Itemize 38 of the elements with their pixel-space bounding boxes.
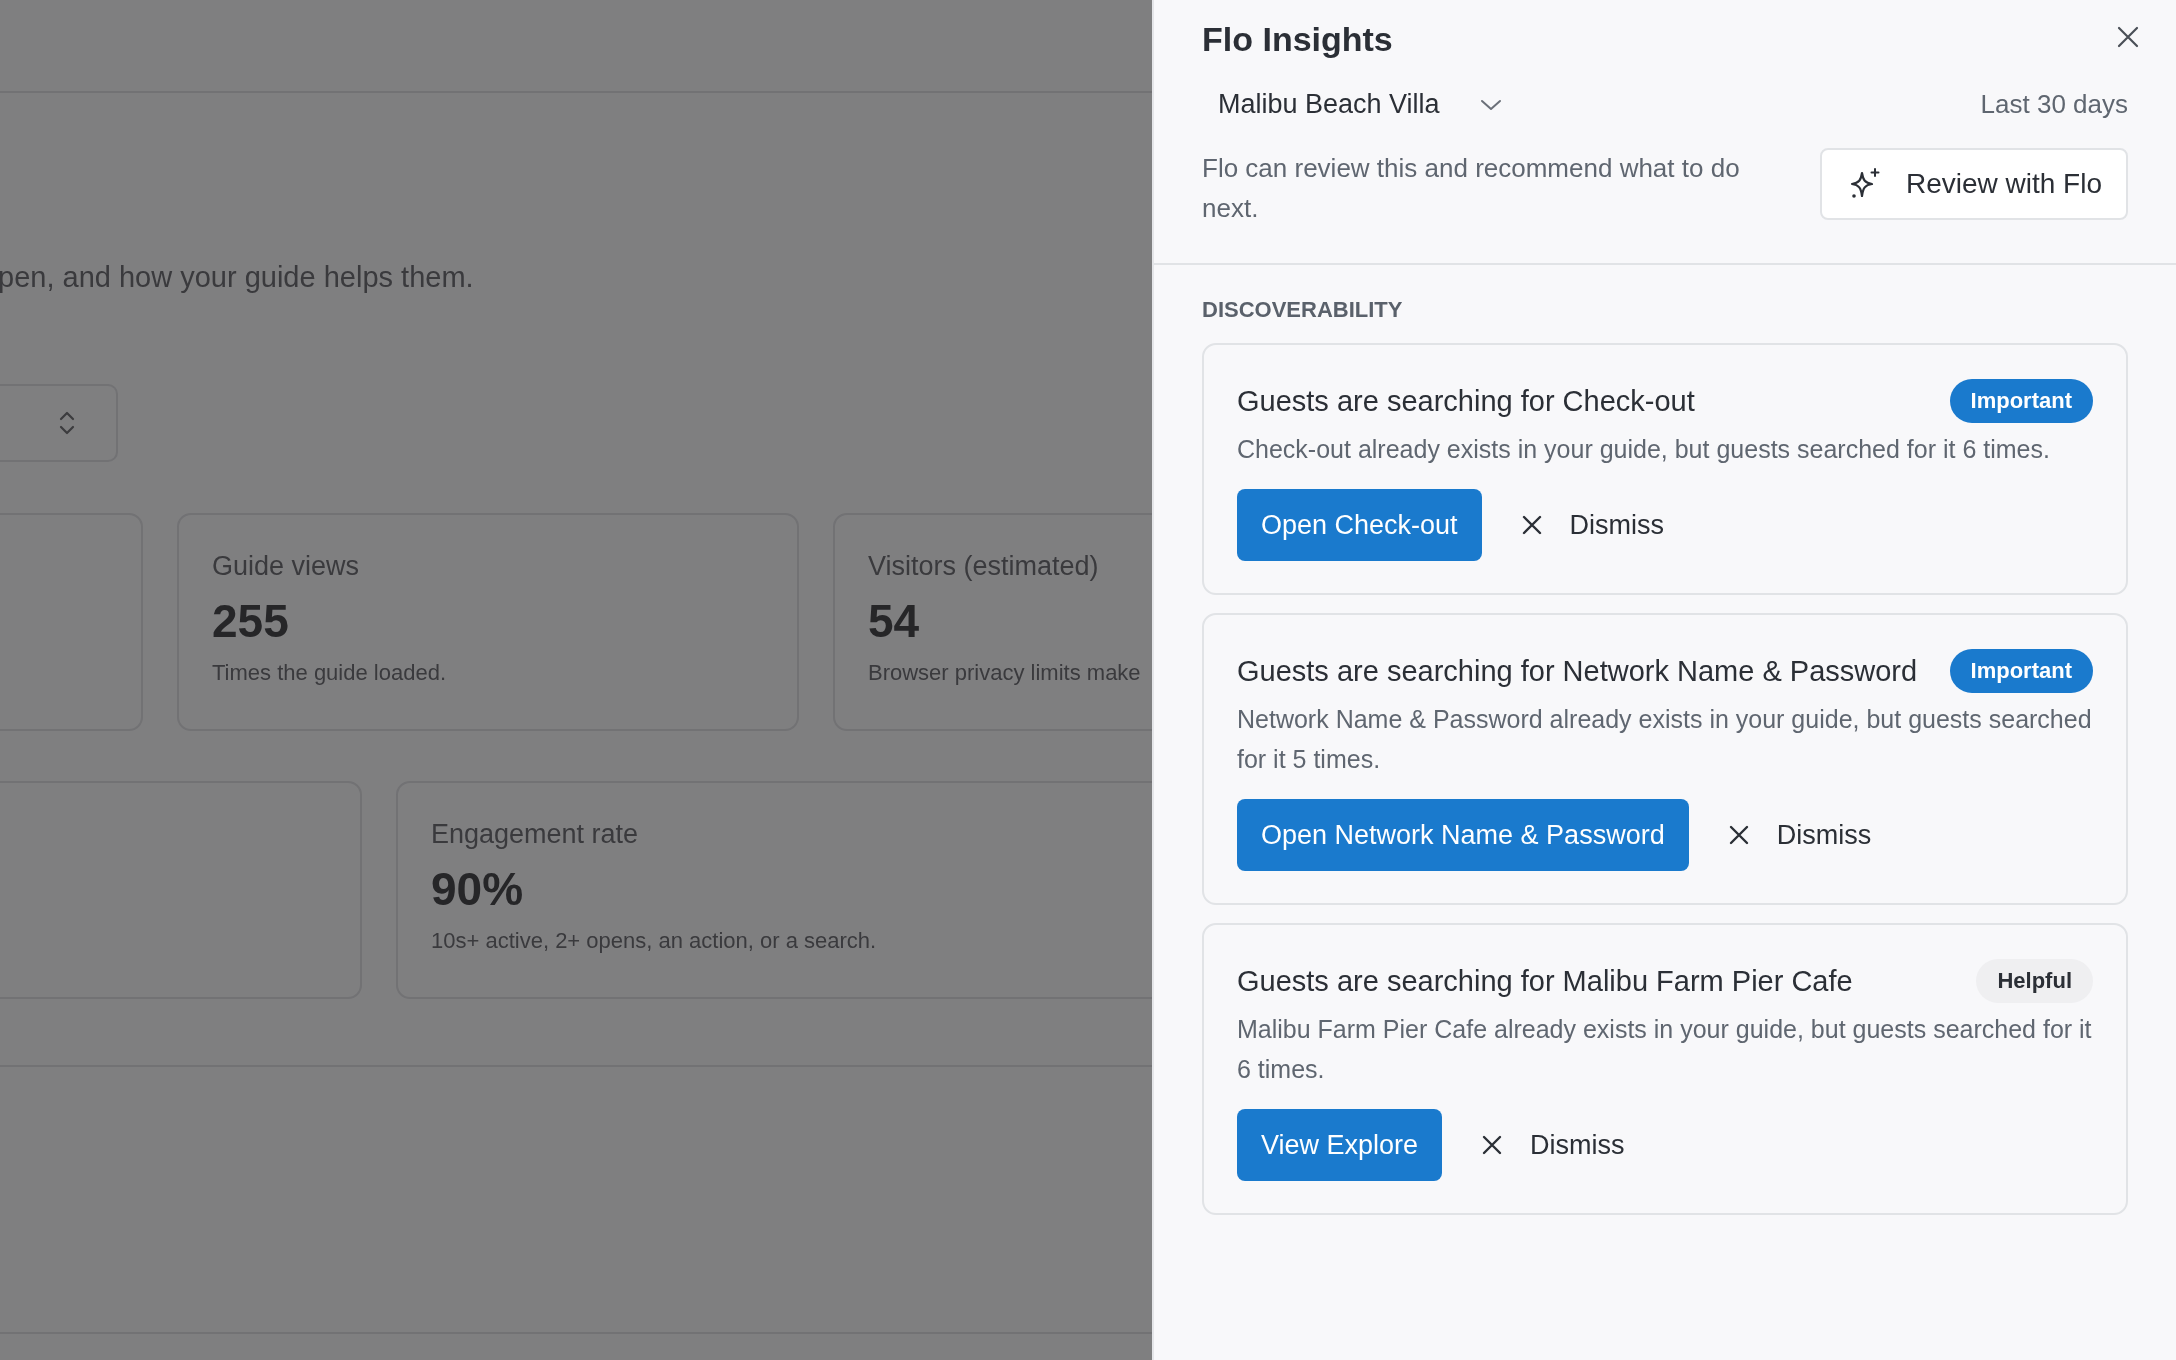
page-subtitle: pen, and how your guide helps them. — [0, 261, 475, 294]
stat-value: 54 — [868, 594, 921, 648]
stat-note: Browser privacy limits make — [868, 660, 1142, 686]
x-icon — [1482, 1135, 1503, 1155]
stat-value: 255 — [212, 594, 290, 648]
review-button[interactable]: Review with Flo — [1819, 148, 2128, 220]
chevron-down-icon — [1479, 97, 1502, 112]
insight-title: Guests are searching for Network Name & Password — [1237, 654, 1918, 689]
stat-note: Times the guide loaded. — [212, 660, 447, 686]
insight-title: Guests are searching for Malibu Farm Pier Cafe — [1237, 964, 1853, 999]
insight-description: Network Name & Password already exists in your guide, but guests searched for it 5 times. — [1237, 704, 2093, 775]
dismiss-button[interactable]: Dismiss — [1716, 819, 1884, 851]
select-field[interactable] — [0, 384, 118, 462]
stat-label: Engagement rate — [431, 819, 640, 850]
sort-chevrons-icon — [58, 409, 76, 437]
period-label: Last 30 days — [1980, 89, 2128, 120]
x-icon — [1728, 825, 1749, 845]
property-dropdown[interactable]: Malibu Beach Villa — [1202, 81, 1518, 128]
open-button[interactable]: Open Check-out — [1237, 489, 1482, 561]
open-button[interactable]: Open Network Name & Password — [1237, 799, 1689, 871]
x-icon — [1521, 515, 1542, 535]
dismiss-button[interactable]: Dismiss — [1509, 509, 1677, 541]
drawer-title: Flo Insights — [1202, 20, 1393, 59]
priority-badge: Helpful — [1976, 959, 2093, 1003]
close-icon[interactable] — [2117, 26, 2139, 48]
insight-description: Malibu Farm Pier Cafe already exists in your guide, but guests searched for it 6 times. — [1237, 1014, 2093, 1085]
priority-badge: Important — [1949, 379, 2093, 423]
insight-description: Check-out already exists in your guide, but guests searched for it 6 times. — [1237, 434, 2051, 465]
priority-badge: Important — [1949, 649, 2093, 693]
stat-label: Visitors (estimated) — [868, 551, 1100, 582]
insight-title: Guests are searching for Check-out — [1237, 384, 1695, 419]
stat-label: Guide views — [212, 551, 361, 582]
stat-value: 90% — [431, 862, 525, 916]
section-heading: DISCOVERABILITY — [1202, 297, 1404, 323]
open-button[interactable]: View Explore — [1237, 1109, 1443, 1181]
stat-note: 10s+ active, 2+ opens, an action, or a search. — [431, 928, 878, 954]
dismiss-button[interactable]: Dismiss — [1470, 1129, 1637, 1161]
review-description: Flo can review this and recommend what to do next. — [1202, 152, 1741, 225]
